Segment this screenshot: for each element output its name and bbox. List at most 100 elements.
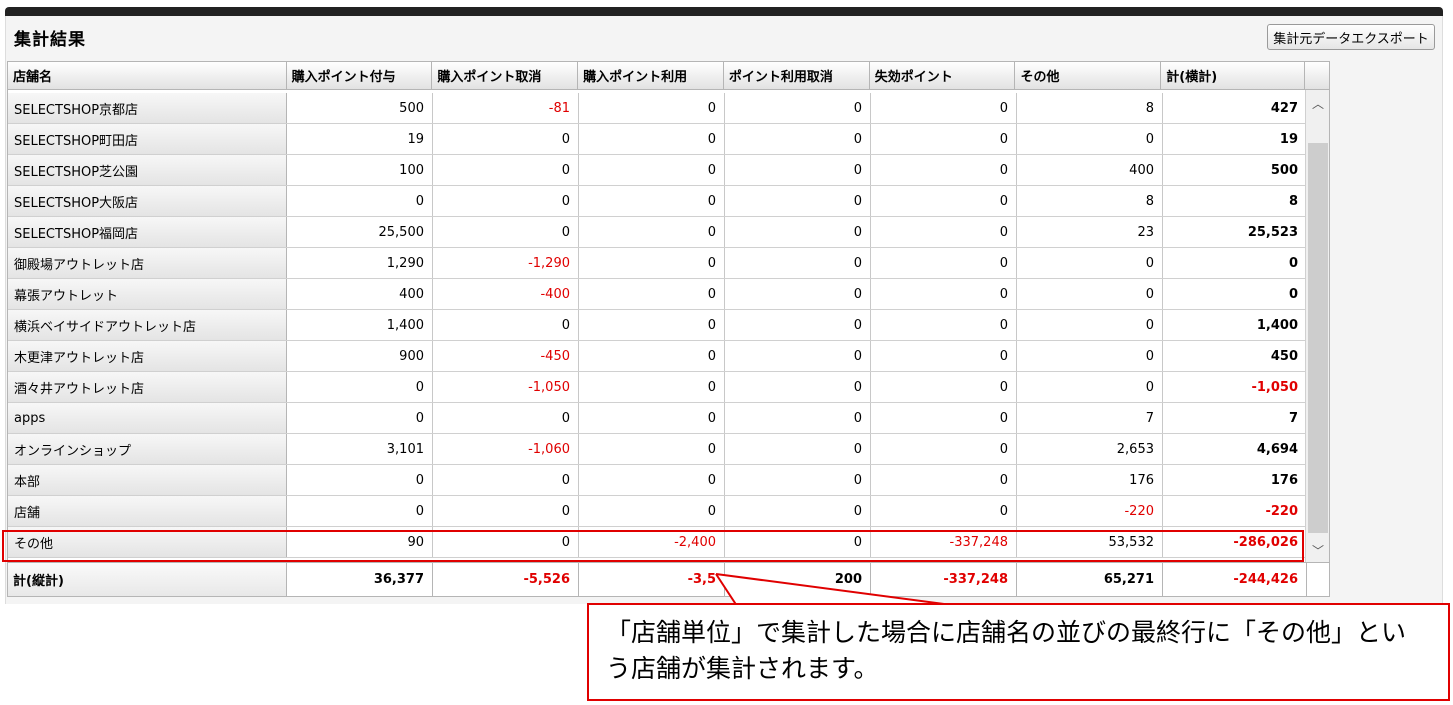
value-cell: 0 — [871, 93, 1017, 123]
column-header[interactable]: 店舗名 — [8, 62, 287, 89]
store-name-cell: SELECTSHOP町田店 — [8, 124, 287, 154]
table-row[interactable]: SELECTSHOP町田店 19 0 0 0 0 0 19 — [8, 124, 1307, 155]
value-cell: -337,248 — [871, 527, 1017, 557]
value-cell: 7 — [1017, 403, 1163, 433]
value-cell: 0 — [871, 403, 1017, 433]
value-cell: 0 — [287, 403, 433, 433]
table-row[interactable]: 木更津アウトレット店 900 -450 0 0 0 0 450 — [8, 341, 1307, 372]
scroll-up-icon[interactable]: ︿ — [1306, 92, 1329, 114]
row-total-cell: 427 — [1163, 93, 1307, 123]
scroll-down-icon[interactable]: ﹀ — [1306, 539, 1329, 561]
store-name-cell: SELECTSHOP京都店 — [8, 93, 287, 123]
store-name-cell: SELECTSHOP芝公園 — [8, 155, 287, 185]
value-cell: 0 — [579, 93, 725, 123]
table-row[interactable]: 横浜ベイサイドアウトレット店 1,400 0 0 0 0 0 1,400 — [8, 310, 1307, 341]
table-row[interactable]: 幕張アウトレット 400 -400 0 0 0 0 0 — [8, 279, 1307, 310]
callout-note: 「店舗単位」で集計した場合に店舗名の並びの最終行に「その他」という店舗が集計され… — [587, 603, 1450, 701]
table-row[interactable]: 御殿場アウトレット店 1,290 -1,290 0 0 0 0 0 — [8, 248, 1307, 279]
store-name-cell: 御殿場アウトレット店 — [8, 248, 287, 278]
value-cell: 0 — [579, 248, 725, 278]
value-cell: 0 — [433, 124, 579, 154]
column-header[interactable]: その他 — [1015, 62, 1162, 89]
store-name-cell: 酒々井アウトレット店 — [8, 372, 287, 402]
table-row[interactable]: SELECTSHOP京都店 500 -81 0 0 0 8 427 — [8, 93, 1307, 124]
value-cell: -450 — [433, 341, 579, 371]
grid-body[interactable]: SELECTSHOP京都店 500 -81 0 0 0 8 427 SELECTSHOP町田店 1… — [8, 90, 1329, 563]
value-cell: 0 — [1017, 310, 1163, 340]
value-cell: 0 — [871, 341, 1017, 371]
row-total-cell: 450 — [1163, 341, 1307, 371]
value-cell: 0 — [1017, 248, 1163, 278]
value-cell: 100 — [287, 155, 433, 185]
grid-header: 店舗名 購入ポイント付与 購入ポイント取消 購入ポイント利用 ポイント利用取消 失効ポイン… — [8, 62, 1329, 90]
value-cell: 0 — [287, 496, 433, 526]
column-total-cell: 36,377 — [287, 563, 433, 596]
value-cell: -1,290 — [433, 248, 579, 278]
column-header[interactable]: 計(横計) — [1161, 62, 1306, 89]
column-header[interactable]: 購入ポイント取消 — [432, 62, 579, 89]
table-row[interactable]: 本部 0 0 0 0 0 176 176 — [8, 465, 1307, 496]
value-cell: 0 — [871, 248, 1017, 278]
value-cell: 0 — [579, 403, 725, 433]
value-cell: 0 — [871, 155, 1017, 185]
value-cell: 0 — [579, 186, 725, 216]
row-total-cell: 19 — [1163, 124, 1307, 154]
value-cell: 3,101 — [287, 434, 433, 464]
value-cell: 0 — [725, 93, 871, 123]
value-cell: 0 — [725, 465, 871, 495]
value-cell: 0 — [433, 217, 579, 247]
value-cell: 1,400 — [287, 310, 433, 340]
value-cell: 0 — [871, 372, 1017, 402]
value-cell: 0 — [433, 465, 579, 495]
value-cell: 0 — [725, 217, 871, 247]
value-cell: 0 — [871, 279, 1017, 309]
column-header[interactable]: ポイント利用取消 — [724, 62, 870, 89]
store-name-cell: その他 — [8, 527, 287, 557]
results-grid: 店舗名 購入ポイント付与 購入ポイント取消 購入ポイント利用 ポイント利用取消 失効ポイン… — [7, 61, 1330, 597]
column-header[interactable]: 購入ポイント利用 — [578, 62, 724, 89]
value-cell: 0 — [433, 155, 579, 185]
value-cell: 0 — [1017, 279, 1163, 309]
table-row[interactable]: apps 0 0 0 0 0 7 7 — [8, 403, 1307, 434]
value-cell: 0 — [725, 341, 871, 371]
value-cell: 0 — [725, 372, 871, 402]
store-name-cell: 幕張アウトレット — [8, 279, 287, 309]
value-cell: 0 — [725, 155, 871, 185]
value-cell: 0 — [287, 372, 433, 402]
row-total-cell: 8 — [1163, 186, 1307, 216]
column-total-cell: 200 — [725, 563, 871, 596]
value-cell: 900 — [287, 341, 433, 371]
export-source-data-button[interactable]: 集計元データエクスポート — [1267, 24, 1435, 50]
value-cell: 0 — [579, 434, 725, 464]
column-total-cell: -3,5 — [579, 563, 725, 596]
store-name-cell: 本部 — [8, 465, 287, 495]
store-name-cell: 木更津アウトレット店 — [8, 341, 287, 371]
table-row[interactable]: SELECTSHOP大阪店 0 0 0 0 0 8 8 — [8, 186, 1307, 217]
row-total-cell: 7 — [1163, 403, 1307, 433]
scrollbar-thumb[interactable] — [1308, 143, 1328, 533]
value-cell: -2,400 — [579, 527, 725, 557]
value-cell: 0 — [287, 465, 433, 495]
value-cell: 0 — [871, 310, 1017, 340]
value-cell: 0 — [725, 403, 871, 433]
table-row[interactable]: SELECTSHOP芝公園 100 0 0 0 0 400 500 — [8, 155, 1307, 186]
table-row[interactable]: 店舗 0 0 0 0 0 -220 -220 — [8, 496, 1307, 527]
value-cell: -1,050 — [433, 372, 579, 402]
value-cell: 0 — [579, 155, 725, 185]
value-cell: 0 — [871, 124, 1017, 154]
value-cell: 0 — [871, 217, 1017, 247]
table-row[interactable]: 酒々井アウトレット店 0 -1,050 0 0 0 0 -1,050 — [8, 372, 1307, 403]
table-row[interactable]: SELECTSHOP福岡店 25,500 0 0 0 0 23 25,523 — [8, 217, 1307, 248]
table-row[interactable]: その他 90 0 -2,400 0 -337,248 53,532 -286,026 — [8, 527, 1307, 558]
row-total-cell: 25,523 — [1163, 217, 1307, 247]
row-total-cell: -1,050 — [1163, 372, 1307, 402]
value-cell: 23 — [1017, 217, 1163, 247]
column-header[interactable]: 購入ポイント付与 — [287, 62, 433, 89]
table-row[interactable]: オンラインショップ 3,101 -1,060 0 0 0 2,653 4,694 — [8, 434, 1307, 465]
store-name-cell: 店舗 — [8, 496, 287, 526]
store-name-cell: 横浜ベイサイドアウトレット店 — [8, 310, 287, 340]
column-header[interactable]: 失効ポイント — [870, 62, 1016, 89]
panel-top-bar — [5, 7, 1443, 16]
vertical-scrollbar[interactable]: ︿ ﹀ — [1305, 90, 1329, 562]
value-cell: 0 — [433, 186, 579, 216]
